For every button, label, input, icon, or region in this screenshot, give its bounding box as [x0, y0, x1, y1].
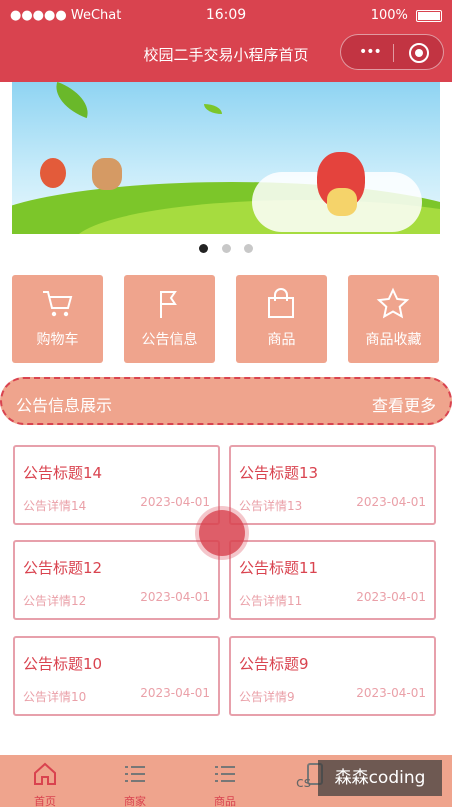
- menu-label: 商品收藏: [365, 332, 422, 348]
- notice-detail: 公告详情11: [239, 594, 303, 608]
- cartoon-character: [40, 158, 66, 188]
- notice-title: 公告标题12: [23, 559, 103, 577]
- menu-label: 购物车: [36, 332, 79, 348]
- menu-goods-button[interactable]: 商品: [236, 275, 327, 363]
- leaf-decoration: [204, 104, 222, 114]
- bag-icon: [268, 288, 294, 318]
- battery-percent: 100%: [370, 8, 408, 23]
- notice-card[interactable]: 公告标题14 公告详情14 2023-04-01: [13, 445, 220, 525]
- tab-label: 商品: [214, 795, 236, 807]
- carousel-dot[interactable]: [221, 244, 231, 253]
- notice-detail: 公告详情12: [23, 594, 87, 608]
- quick-menu: 购物车 公告信息 商品 商品收藏: [12, 275, 440, 363]
- menu-label: 公告信息: [141, 332, 198, 348]
- notice-title: 公告标题13: [239, 464, 319, 482]
- home-icon: [34, 762, 56, 785]
- banner-carousel[interactable]: [12, 82, 440, 234]
- notice-card[interactable]: 公告标题10 公告详情10 2023-04-01: [13, 636, 220, 716]
- miniprogram-capsule: •••: [340, 34, 444, 70]
- battery-icon: [416, 9, 442, 22]
- tab-merchants[interactable]: 商家: [90, 755, 180, 807]
- notice-detail: 公告详情10: [23, 690, 87, 704]
- notice-title: 公告标题11: [239, 559, 319, 577]
- notice-date: 2023-04-01: [356, 495, 426, 509]
- notice-card[interactable]: 公告标题13 公告详情13 2023-04-01: [229, 445, 436, 525]
- notice-card[interactable]: 公告标题9 公告详情9 2023-04-01: [229, 636, 436, 716]
- view-more-link[interactable]: 查看更多: [372, 392, 436, 416]
- notice-title: 公告标题10: [23, 655, 103, 673]
- cart-icon: [43, 291, 73, 317]
- notice-date: 2023-04-01: [356, 590, 426, 604]
- notice-title: 公告标题14: [23, 464, 103, 482]
- section-title: 公告信息展示: [16, 396, 113, 415]
- notice-detail: 公告详情9: [239, 690, 295, 704]
- menu-favorites-button[interactable]: 商品收藏: [348, 275, 439, 363]
- notice-date: 2023-04-01: [140, 686, 210, 700]
- tab-label: 商家: [124, 795, 146, 807]
- notice-title: 公告标题9: [239, 655, 309, 673]
- battery-status: 100%: [371, 8, 442, 23]
- notice-date: 2023-04-01: [140, 590, 210, 604]
- floating-action-button[interactable]: [199, 510, 245, 556]
- carousel-dot[interactable]: [199, 244, 209, 253]
- tab-goods[interactable]: 商品: [180, 755, 270, 807]
- top-bar: ●●●●● WeChat 16:09 100% 校园二手交易小程序首页 •••: [0, 0, 452, 82]
- tab-label: 首页: [34, 795, 56, 807]
- menu-notice-button[interactable]: 公告信息: [124, 275, 215, 363]
- watermark-prefix: cs: [296, 775, 311, 791]
- menu-cart-button[interactable]: 购物车: [12, 275, 103, 363]
- notice-card[interactable]: 公告标题12 公告详情12 2023-04-01: [13, 540, 220, 620]
- list-icon: [125, 766, 145, 782]
- watermark: 森森coding: [318, 760, 442, 796]
- status-bar: ●●●●● WeChat 16:09 100%: [0, 0, 452, 30]
- more-icon[interactable]: •••: [359, 44, 382, 60]
- leaf-decoration: [49, 82, 95, 119]
- tab-home[interactable]: 首页: [0, 755, 90, 807]
- menu-label: 商品: [267, 332, 296, 348]
- close-miniprogram-icon[interactable]: [409, 43, 429, 63]
- notice-date: 2023-04-01: [140, 495, 210, 509]
- notice-card[interactable]: 公告标题11 公告详情11 2023-04-01: [229, 540, 436, 620]
- cartoon-character: [92, 158, 122, 190]
- carousel-indicator: [0, 238, 452, 257]
- notice-detail: 公告详情14: [23, 499, 87, 513]
- capsule-divider: [393, 44, 394, 62]
- notice-date: 2023-04-01: [356, 686, 426, 700]
- star-icon: [376, 287, 410, 319]
- notice-detail: 公告详情13: [239, 499, 303, 513]
- notice-section-header: 公告信息展示 查看更多: [0, 377, 452, 425]
- flag-icon: [160, 291, 177, 318]
- list-icon: [215, 766, 235, 782]
- cartoon-character: [317, 152, 365, 216]
- carousel-dot[interactable]: [243, 244, 253, 253]
